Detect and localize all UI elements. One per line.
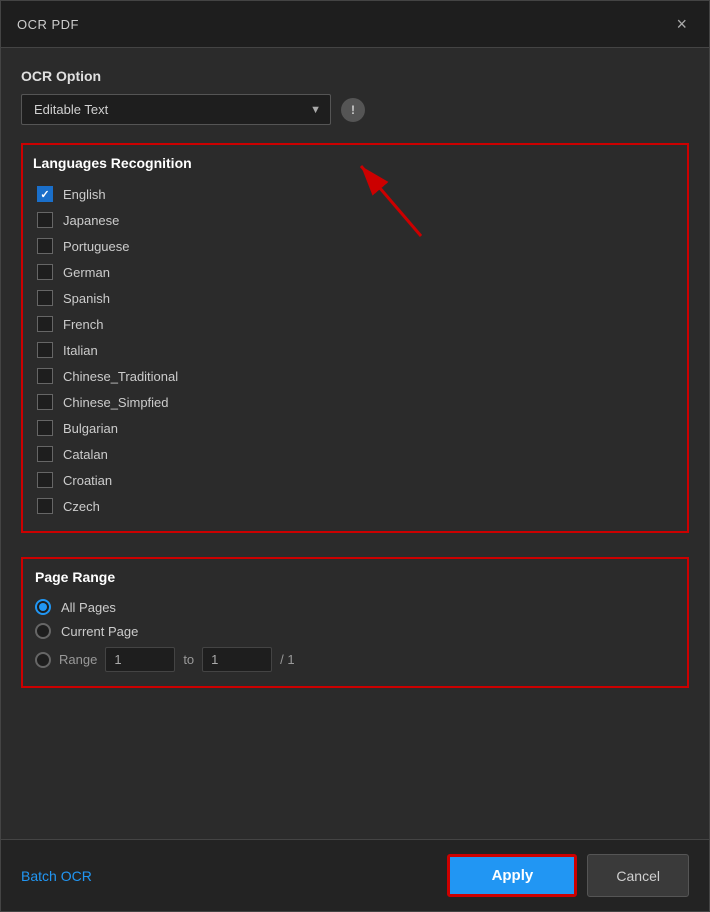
language-label: Italian bbox=[63, 343, 98, 358]
title-bar: OCR PDF × bbox=[1, 1, 709, 48]
current-page-radio[interactable] bbox=[35, 623, 51, 639]
language-label: Chinese_Traditional bbox=[63, 369, 178, 384]
language-checkbox[interactable] bbox=[37, 420, 53, 436]
language-label: Portuguese bbox=[63, 239, 130, 254]
language-label: Catalan bbox=[63, 447, 108, 462]
page-range-section: Page Range All Pages Current Page Range … bbox=[21, 557, 689, 688]
language-label: Croatian bbox=[63, 473, 112, 488]
total-pages: / 1 bbox=[280, 652, 294, 667]
language-checkbox[interactable] bbox=[37, 212, 53, 228]
language-label: Bulgarian bbox=[63, 421, 118, 436]
ocr-option-dropdown[interactable]: Editable Text Searchable Text Image Only bbox=[21, 94, 331, 125]
batch-ocr-button[interactable]: Batch OCR bbox=[21, 868, 92, 884]
language-item[interactable]: Czech bbox=[33, 493, 677, 519]
language-item[interactable]: Catalan bbox=[33, 441, 677, 467]
current-page-label: Current Page bbox=[61, 624, 138, 639]
language-label: Chinese_Simpfied bbox=[63, 395, 169, 410]
footer-buttons: Apply Cancel bbox=[447, 854, 689, 897]
language-label: French bbox=[63, 317, 103, 332]
language-checkbox[interactable] bbox=[37, 446, 53, 462]
language-item[interactable]: Spanish bbox=[33, 285, 677, 311]
language-item[interactable]: Bulgarian bbox=[33, 415, 677, 441]
apply-button[interactable]: Apply bbox=[447, 854, 577, 897]
range-from-input[interactable] bbox=[105, 647, 175, 672]
dialog-content: OCR Option Editable Text Searchable Text… bbox=[1, 48, 709, 839]
range-to-label: to bbox=[183, 652, 194, 667]
language-checkbox[interactable] bbox=[37, 394, 53, 410]
language-checkbox[interactable] bbox=[37, 498, 53, 514]
all-pages-radio[interactable] bbox=[35, 599, 51, 615]
dialog-title: OCR PDF bbox=[17, 17, 79, 32]
ocr-option-row: Editable Text Searchable Text Image Only… bbox=[21, 94, 689, 125]
language-list[interactable]: English Japanese Portuguese German Spanish Fr… bbox=[33, 181, 677, 521]
language-checkbox[interactable] bbox=[37, 342, 53, 358]
language-item[interactable]: German bbox=[33, 259, 677, 285]
language-checkbox[interactable] bbox=[37, 472, 53, 488]
range-row: Range to / 1 bbox=[35, 643, 675, 676]
all-pages-label: All Pages bbox=[61, 600, 116, 615]
language-checkbox[interactable] bbox=[37, 186, 53, 202]
language-item[interactable]: French bbox=[33, 311, 677, 337]
range-radio[interactable] bbox=[35, 652, 51, 668]
all-pages-option[interactable]: All Pages bbox=[35, 595, 675, 619]
cancel-button[interactable]: Cancel bbox=[587, 854, 689, 897]
language-label: Spanish bbox=[63, 291, 110, 306]
dropdown-wrapper: Editable Text Searchable Text Image Only… bbox=[21, 94, 331, 125]
language-label: English bbox=[63, 187, 106, 202]
range-to-input[interactable] bbox=[202, 647, 272, 672]
language-item[interactable]: Chinese_Traditional bbox=[33, 363, 677, 389]
language-item[interactable]: Japanese bbox=[33, 207, 677, 233]
languages-title: Languages Recognition bbox=[33, 155, 677, 171]
language-item[interactable]: English bbox=[33, 181, 677, 207]
page-range-title: Page Range bbox=[35, 569, 675, 585]
languages-section: Languages Recognition English Japanese Por… bbox=[21, 143, 689, 533]
language-item[interactable]: Portuguese bbox=[33, 233, 677, 259]
language-label: Japanese bbox=[63, 213, 119, 228]
ocr-option-label: OCR Option bbox=[21, 68, 689, 84]
ocr-pdf-dialog: OCR PDF × OCR Option Editable Text Searc… bbox=[0, 0, 710, 912]
close-button[interactable]: × bbox=[670, 13, 693, 35]
language-item[interactable]: Croatian bbox=[33, 467, 677, 493]
dialog-footer: Batch OCR Apply Cancel bbox=[1, 839, 709, 911]
range-label: Range bbox=[59, 652, 97, 667]
current-page-option[interactable]: Current Page bbox=[35, 619, 675, 643]
language-checkbox[interactable] bbox=[37, 368, 53, 384]
language-item[interactable]: Italian bbox=[33, 337, 677, 363]
language-item[interactable]: Chinese_Simpfied bbox=[33, 389, 677, 415]
language-label: Czech bbox=[63, 499, 100, 514]
language-checkbox[interactable] bbox=[37, 264, 53, 280]
language-checkbox[interactable] bbox=[37, 316, 53, 332]
language-checkbox[interactable] bbox=[37, 238, 53, 254]
info-icon[interactable]: ! bbox=[341, 98, 365, 122]
language-label: German bbox=[63, 265, 110, 280]
language-checkbox[interactable] bbox=[37, 290, 53, 306]
language-item[interactable]: Greek bbox=[33, 519, 677, 521]
